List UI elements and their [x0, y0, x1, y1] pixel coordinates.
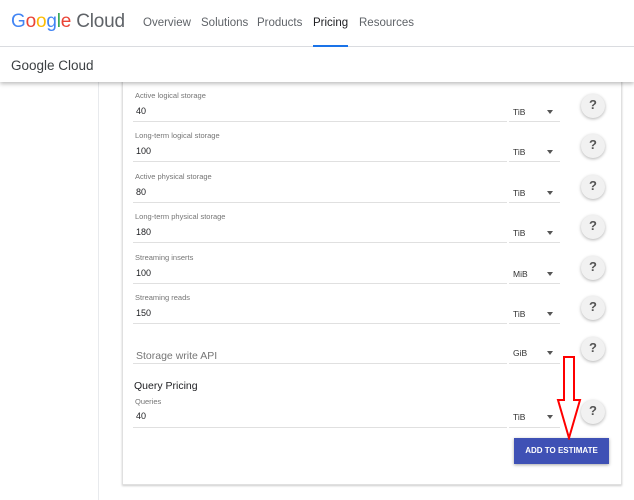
write-api-unit-select[interactable]: GiB — [513, 348, 527, 358]
queries-unit-select[interactable]: TiB — [513, 412, 525, 422]
input-underline — [133, 161, 507, 162]
nav-pricing[interactable]: Pricing — [313, 17, 349, 47]
input-underline — [133, 121, 507, 122]
unit-select[interactable]: MiB — [513, 269, 528, 279]
sidebar-divider — [98, 82, 99, 500]
unit-underline — [509, 323, 560, 324]
field-label: Streaming inserts — [135, 253, 194, 262]
input-underline — [133, 427, 507, 428]
help-icon[interactable]: ? — [581, 337, 605, 361]
unit-underline — [509, 283, 560, 284]
unit-underline — [509, 121, 560, 122]
input-underline — [133, 202, 507, 203]
nav-solutions[interactable]: Solutions — [201, 17, 248, 47]
input-underline — [133, 323, 507, 324]
unit-select[interactable]: TiB — [513, 147, 525, 157]
unit-underline — [509, 242, 560, 243]
help-icon[interactable]: ? — [581, 256, 605, 280]
unit-select[interactable]: TiB — [513, 188, 525, 198]
help-icon[interactable]: ? — [581, 400, 605, 424]
red-arrow-annotation — [556, 356, 582, 440]
chevron-down-icon — [547, 415, 553, 419]
field-value-input[interactable]: 100 — [136, 268, 151, 278]
chevron-down-icon — [547, 150, 553, 154]
google-cloud-logo[interactable]: Google Cloud — [11, 11, 125, 33]
nav-resources[interactable]: Resources — [359, 17, 414, 47]
chevron-down-icon — [547, 110, 553, 114]
chevron-down-icon — [547, 231, 553, 235]
nav-overview[interactable]: Overview — [143, 17, 191, 47]
queries-input[interactable]: 40 — [136, 411, 146, 421]
field-label: Long-term physical storage — [135, 212, 226, 221]
add-to-estimate-button[interactable]: ADD TO ESTIMATE — [514, 438, 609, 464]
top-navigation: Google Cloud Overview Solutions Products… — [0, 0, 634, 47]
queries-label: Queries — [135, 397, 162, 406]
query-pricing-heading: Query Pricing — [134, 380, 198, 392]
field-value-input[interactable]: 100 — [136, 146, 151, 156]
field-label: Streaming reads — [135, 293, 191, 302]
chevron-down-icon — [547, 312, 553, 316]
chevron-down-icon — [547, 272, 553, 276]
help-icon[interactable]: ? — [581, 175, 605, 199]
unit-select[interactable]: TiB — [513, 309, 525, 319]
field-label: Long-term logical storage — [135, 131, 220, 140]
help-icon[interactable]: ? — [581, 134, 605, 158]
help-icon[interactable]: ? — [581, 296, 605, 320]
chevron-down-icon — [547, 351, 553, 355]
field-label: Active logical storage — [135, 91, 206, 100]
input-underline — [133, 283, 507, 284]
field-value-input[interactable]: 40 — [136, 106, 146, 116]
field-value-input[interactable]: 180 — [136, 227, 151, 237]
unit-underline — [509, 427, 560, 428]
storage-write-api-input[interactable] — [133, 344, 507, 364]
unit-underline — [509, 363, 560, 364]
unit-select[interactable]: TiB — [513, 228, 525, 238]
help-icon[interactable]: ? — [581, 215, 605, 239]
help-icon[interactable]: ? — [581, 94, 605, 118]
sub-header-title[interactable]: Google Cloud — [11, 58, 94, 73]
field-value-input[interactable]: 150 — [136, 308, 151, 318]
unit-select[interactable]: TiB — [513, 107, 525, 117]
input-underline — [133, 242, 507, 243]
sub-header: Google Cloud — [0, 47, 634, 82]
chevron-down-icon — [547, 191, 553, 195]
field-label: Active physical storage — [135, 172, 212, 181]
field-value-input[interactable]: 80 — [136, 187, 146, 197]
unit-underline — [509, 161, 560, 162]
nav-products[interactable]: Products — [257, 17, 302, 47]
unit-underline — [509, 202, 560, 203]
